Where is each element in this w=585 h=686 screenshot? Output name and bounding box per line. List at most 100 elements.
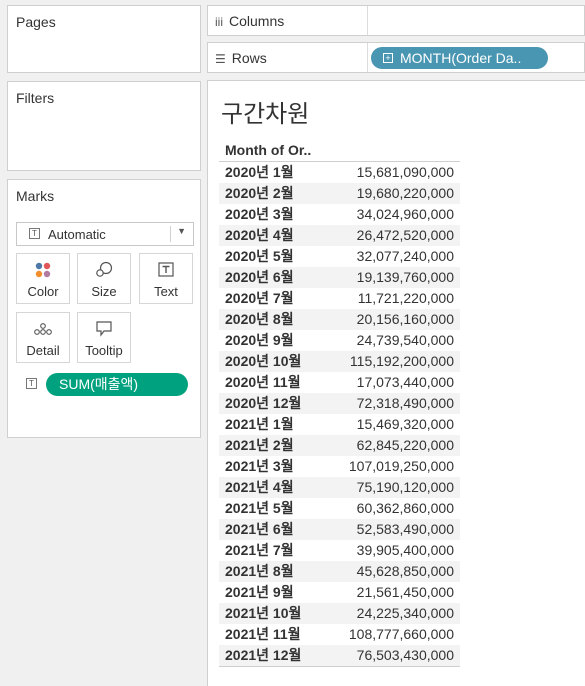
row-amount-value[interactable]: 11,721,220,000 (358, 288, 454, 309)
row-amount-value[interactable]: 32,077,240,000 (357, 246, 454, 267)
table-row[interactable]: 2021년 6월 52,583,490,000 (219, 519, 460, 540)
row-amount-value[interactable]: 45,628,850,000 (357, 561, 454, 582)
row-month-label[interactable]: 2021년 1월 (225, 414, 294, 435)
row-amount-value[interactable]: 52,583,490,000 (357, 519, 454, 540)
worksheet-view: 구간차원 Month of Or.. 2020년 1월 15,681,090,00… (207, 80, 585, 686)
row-month-label[interactable]: 2021년 2월 (225, 435, 294, 456)
table-row[interactable]: 2020년 3월 34,024,960,000 (219, 204, 460, 225)
shelf-divider (367, 43, 368, 72)
columns-shelf[interactable]: iii Columns (207, 5, 585, 36)
text-button[interactable]: Text (139, 253, 193, 304)
tooltip-button[interactable]: Tooltip (77, 312, 131, 363)
row-month-label[interactable]: 2020년 9월 (225, 330, 294, 351)
filters-card[interactable]: Filters (7, 81, 201, 171)
row-month-label[interactable]: 2021년 7월 (225, 540, 294, 561)
row-month-label[interactable]: 2020년 10월 (225, 351, 301, 372)
row-month-label[interactable]: 2020년 4월 (225, 225, 294, 246)
chevron-down-icon[interactable]: ▼ (177, 226, 186, 236)
row-amount-value[interactable]: 24,225,340,000 (357, 603, 454, 624)
row-amount-value[interactable]: 20,156,160,000 (357, 309, 454, 330)
row-month-label[interactable]: 2021년 9월 (225, 582, 294, 603)
row-amount-value[interactable]: 75,190,120,000 (357, 477, 454, 498)
row-amount-value[interactable]: 39,905,400,000 (357, 540, 454, 561)
row-month-label[interactable]: 2021년 4월 (225, 477, 294, 498)
row-amount-value[interactable]: 62,845,220,000 (357, 435, 454, 456)
marks-title: Marks (16, 188, 55, 204)
rows-icon: ☰ (215, 52, 226, 66)
table-row[interactable]: 2021년 7월 39,905,400,000 (219, 540, 460, 561)
table-row[interactable]: 2020년 6월 19,139,760,000 (219, 267, 460, 288)
row-amount-value[interactable]: 115,192,200,000 (350, 351, 454, 372)
table-row[interactable]: 2021년 4월 75,190,120,000 (219, 477, 460, 498)
row-amount-value[interactable]: 108,777,660,000 (349, 624, 454, 645)
marks-card: Marks T Automatic ▼ Color Size Text Deta… (7, 179, 201, 438)
table-row[interactable]: 2020년 11월 17,073,440,000 (219, 372, 460, 393)
month-order-date-pill[interactable]: + MONTH(Order Da.. (371, 47, 548, 69)
table-row[interactable]: 2020년 10월 115,192,200,000 (219, 351, 460, 372)
table-row[interactable]: 2020년 12월 72,318,490,000 (219, 393, 460, 414)
table-row[interactable]: 2021년 2월 62,845,220,000 (219, 435, 460, 456)
row-month-label[interactable]: 2021년 3월 (225, 456, 294, 477)
row-month-label[interactable]: 2021년 8월 (225, 561, 294, 582)
table-row[interactable]: 2021년 12월 76,503,430,000 (219, 645, 460, 666)
expand-plus-icon[interactable]: + (383, 53, 393, 63)
color-dots-icon (17, 261, 69, 279)
color-button-label: Color (27, 284, 59, 299)
color-button[interactable]: Color (16, 253, 70, 304)
row-month-label[interactable]: 2020년 2월 (225, 183, 294, 204)
row-month-label[interactable]: 2020년 1월 (225, 162, 294, 183)
row-month-label[interactable]: 2021년 6월 (225, 519, 294, 540)
pages-card[interactable]: Pages (7, 5, 201, 73)
row-amount-value[interactable]: 21,561,450,000 (357, 582, 454, 603)
table-row[interactable]: 2020년 2월 19,680,220,000 (219, 183, 460, 204)
size-button[interactable]: Size (77, 253, 131, 304)
rows-shelf[interactable]: ☰ Rows + MONTH(Order Da.. (207, 42, 585, 73)
row-month-label[interactable]: 2021년 5월 (225, 498, 294, 519)
table-row[interactable]: 2021년 11월 108,777,660,000 (219, 624, 460, 645)
columns-icon: iii (215, 15, 223, 29)
table-row[interactable]: 2021년 5월 60,362,860,000 (219, 498, 460, 519)
row-amount-value[interactable]: 24,739,540,000 (357, 330, 454, 351)
row-amount-value[interactable]: 15,681,090,000 (357, 162, 454, 183)
row-amount-value[interactable]: 17,073,440,000 (357, 372, 454, 393)
sum-measure-pill[interactable]: SUM(매출액) (46, 373, 188, 396)
row-amount-value[interactable]: 107,019,250,000 (349, 456, 454, 477)
size-circles-icon (78, 261, 130, 279)
row-month-label[interactable]: 2020년 8월 (225, 309, 294, 330)
row-amount-value[interactable]: 15,469,320,000 (357, 414, 454, 435)
table-row[interactable]: 2020년 1월 15,681,090,000 (219, 162, 460, 183)
row-amount-value[interactable]: 19,139,760,000 (357, 267, 454, 288)
table-row[interactable]: 2020년 8월 20,156,160,000 (219, 309, 460, 330)
row-month-label[interactable]: 2020년 6월 (225, 267, 294, 288)
text-table: 2020년 1월 15,681,090,000 2020년 2월 19,680,220… (219, 161, 460, 667)
mark-type-dropdown[interactable]: T Automatic ▼ (16, 222, 194, 246)
row-month-label[interactable]: 2021년 12월 (225, 645, 301, 666)
table-row[interactable]: 2020년 4월 26,472,520,000 (219, 225, 460, 246)
row-month-label[interactable]: 2020년 11월 (225, 372, 301, 393)
table-row[interactable]: 2021년 3월 107,019,250,000 (219, 456, 460, 477)
table-row[interactable]: 2021년 1월 15,469,320,000 (219, 414, 460, 435)
column-header-month[interactable]: Month of Or.. (225, 142, 311, 158)
table-row[interactable]: 2020년 9월 24,739,540,000 (219, 330, 460, 351)
row-amount-value[interactable]: 34,024,960,000 (357, 204, 454, 225)
table-row[interactable]: 2021년 10월 24,225,340,000 (219, 603, 460, 624)
row-amount-value[interactable]: 19,680,220,000 (357, 183, 454, 204)
row-month-label[interactable]: 2020년 7월 (225, 288, 294, 309)
rows-label-text: Rows (231, 50, 267, 66)
row-month-label[interactable]: 2020년 5월 (225, 246, 294, 267)
detail-button[interactable]: Detail (16, 312, 70, 363)
row-amount-value[interactable]: 76,503,430,000 (357, 645, 454, 666)
table-row[interactable]: 2021년 9월 21,561,450,000 (219, 582, 460, 603)
row-month-label[interactable]: 2021년 10월 (225, 603, 301, 624)
row-month-label[interactable]: 2020년 3월 (225, 204, 294, 225)
row-month-label[interactable]: 2021년 11월 (225, 624, 301, 645)
table-row[interactable]: 2020년 5월 32,077,240,000 (219, 246, 460, 267)
mark-type-label: Automatic (48, 227, 106, 242)
table-row[interactable]: 2021년 8월 45,628,850,000 (219, 561, 460, 582)
row-amount-value[interactable]: 26,472,520,000 (357, 225, 454, 246)
row-amount-value[interactable]: 72,318,490,000 (357, 393, 454, 414)
text-button-label: Text (154, 284, 178, 299)
row-month-label[interactable]: 2020년 12월 (225, 393, 301, 414)
row-amount-value[interactable]: 60,362,860,000 (357, 498, 454, 519)
table-row[interactable]: 2020년 7월 11,721,220,000 (219, 288, 460, 309)
